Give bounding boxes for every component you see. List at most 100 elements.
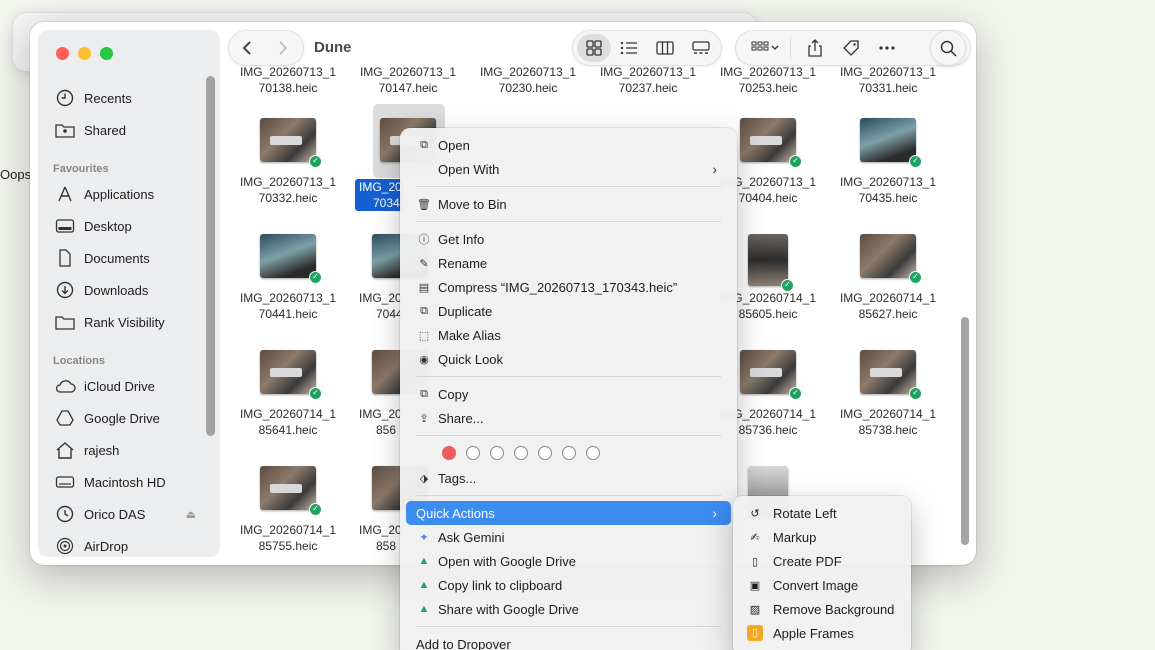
sidebar-item-google-drive[interactable]: Google Drive — [54, 405, 214, 431]
menu-item-open-with[interactable]: Open With › — [406, 157, 731, 181]
submenu-item-apple-frames[interactable]: ▯ Apple Frames — [739, 621, 905, 645]
content-scrollbar[interactable] — [961, 317, 969, 545]
menu-item-label: Remove Background — [773, 601, 895, 617]
gallery-view-button[interactable] — [683, 34, 719, 62]
sidebar-item-label: Documents — [84, 250, 150, 266]
menu-item-copy-link[interactable]: ▲ Copy link to clipboard — [406, 573, 731, 597]
applications-icon — [54, 183, 76, 205]
sidebar-item-macintosh-hd[interactable]: Macintosh HD — [54, 469, 214, 495]
sidebar-item-label: Macintosh HD — [84, 474, 166, 490]
eject-icon[interactable]: ⏏ — [186, 508, 196, 521]
file-name-line2: 70138.heic — [258, 81, 318, 95]
apple-frames-icon: ▯ — [747, 625, 763, 641]
menu-item-move-to-bin[interactable]: 🗑 Move to Bin — [406, 192, 731, 216]
sidebar-scrollbar[interactable] — [206, 76, 215, 436]
google-drive-icon: ▲ — [418, 555, 430, 567]
tag-color-option[interactable] — [562, 446, 576, 460]
file-item[interactable]: IMG_20260713_1 70147.heic — [352, 64, 464, 96]
cloud-icon — [54, 375, 76, 397]
submenu-item-convert-image[interactable]: ▣ Convert Image — [739, 573, 905, 597]
menu-item-quick-actions[interactable]: Quick Actions › — [406, 501, 731, 525]
search-button[interactable] — [930, 30, 966, 66]
menu-item-open-google-drive[interactable]: ▲ Open with Google Drive — [406, 549, 731, 573]
sidebar-item-label: Orico DAS — [84, 506, 146, 522]
tag-color-option[interactable] — [490, 446, 504, 460]
tag-color-option[interactable] — [466, 446, 480, 460]
sidebar-item-orico-das[interactable]: Orico DAS ⏏ — [54, 501, 214, 527]
tag-color-option[interactable] — [538, 446, 552, 460]
submenu-item-markup[interactable]: ✍ Markup — [739, 525, 905, 549]
home-icon — [54, 439, 76, 461]
synced-check-icon: ✓ — [789, 155, 802, 168]
file-item[interactable]: IMG_20260713_1 70230.heic — [472, 64, 584, 96]
menu-item-share[interactable]: ⇪ Share... — [406, 406, 731, 430]
menu-item-duplicate[interactable]: ⧉ Duplicate — [406, 299, 731, 323]
file-name-line1: IMG_20260713_1 — [599, 65, 697, 79]
menu-item-label: Quick Actions — [416, 505, 495, 521]
sidebar-item-desktop[interactable]: Desktop — [54, 213, 214, 239]
sidebar-item-rajesh[interactable]: rajesh — [54, 437, 214, 463]
minimize-window-button[interactable] — [78, 47, 91, 60]
file-thumbnail: ✓ — [260, 234, 322, 284]
menu-item-ask-gemini[interactable]: ✦ Ask Gemini — [406, 525, 731, 549]
menu-item-share-google-drive[interactable]: ▲ Share with Google Drive — [406, 597, 731, 621]
submenu-item-create-pdf[interactable]: ▯ Create PDF — [739, 549, 905, 573]
submenu-item-rotate-left[interactable]: ↺ Rotate Left — [739, 501, 905, 525]
file-item[interactable]: IMG_20260713_1 70331.heic — [832, 64, 944, 96]
list-view-button[interactable] — [611, 34, 647, 62]
menu-item-quick-look[interactable]: ◉ Quick Look — [406, 347, 731, 371]
menu-item-compress[interactable]: ▤ Compress “IMG_20260713_170343.heic” — [406, 275, 731, 299]
zoom-window-button[interactable] — [100, 47, 113, 60]
sidebar-item-airdrop[interactable]: AirDrop — [54, 533, 214, 559]
file-item[interactable]: ✓ IMG_20260714_1 85627.heic — [832, 234, 944, 322]
menu-item-tags[interactable]: ⬗ Tags... — [406, 466, 731, 490]
menu-item-label: Markup — [773, 529, 817, 545]
file-item[interactable]: ✓ IMG_20260713_1 70332.heic — [232, 118, 344, 206]
sidebar-item-rank-visibility[interactable]: Rank Visibility — [54, 309, 214, 335]
forward-button[interactable] — [265, 31, 301, 65]
file-name-line1: IMG_20260714_1 — [239, 407, 337, 421]
file-item[interactable]: ✓ IMG_20260714_1 85641.heic — [232, 350, 344, 438]
tag-color-option[interactable] — [586, 446, 600, 460]
menu-item-label: Convert Image — [773, 577, 859, 593]
group-button[interactable] — [740, 34, 790, 62]
tag-color-red[interactable] — [442, 446, 456, 460]
tag-button[interactable] — [833, 34, 869, 62]
selected-file-name[interactable]: IMG_20 7034 — [355, 179, 403, 211]
file-item[interactable]: ✓ IMG_20260713_1 70435.heic — [832, 118, 944, 206]
file-item[interactable]: ✓ IMG_20260714_1 85738.heic — [832, 350, 944, 438]
columns-icon — [656, 41, 674, 55]
back-button[interactable] — [229, 31, 265, 65]
column-view-button[interactable] — [647, 34, 683, 62]
sidebar-item-icloud-drive[interactable]: iCloud Drive — [54, 373, 214, 399]
file-item[interactable]: ✓ IMG_20260713_1 70441.heic — [232, 234, 344, 322]
file-name: IMG_20260714_1 85627.heic — [832, 290, 944, 322]
tag-color-option[interactable] — [514, 446, 528, 460]
menu-item-open[interactable]: ⧉ Open — [406, 133, 731, 157]
sidebar-item-applications[interactable]: Applications — [54, 181, 214, 207]
menu-item-add-to-dropover[interactable]: Add to Dropover — [406, 632, 731, 650]
menu-item-rename[interactable]: ✎ Rename — [406, 251, 731, 275]
sidebar-item-documents[interactable]: Documents — [54, 245, 214, 271]
file-item[interactable]: IMG_20260713_1 70253.heic — [712, 64, 824, 96]
convert-image-icon: ▣ — [749, 579, 761, 592]
submenu-item-remove-background[interactable]: ▨ Remove Background — [739, 597, 905, 621]
rotate-left-icon: ↺ — [750, 507, 760, 520]
file-name-line1: IMG_20260713_1 — [239, 65, 337, 79]
more-button[interactable] — [869, 34, 905, 62]
file-item[interactable]: IMG_20260713_1 70237.heic — [592, 64, 704, 96]
sidebar-item-shared[interactable]: Shared — [54, 117, 214, 143]
file-item[interactable]: IMG_20260713_1 70138.heic — [232, 64, 344, 96]
menu-item-copy[interactable]: ⧉ Copy — [406, 382, 731, 406]
file-name: IMG_20260713_1 70332.heic — [232, 174, 344, 206]
sidebar-item-downloads[interactable]: Downloads — [54, 277, 214, 303]
share-button[interactable] — [797, 34, 833, 62]
file-item[interactable]: ✓ IMG_20260714_1 85755.heic — [232, 466, 344, 554]
icon-view-button[interactable] — [577, 34, 611, 62]
quick-actions-submenu: ↺ Rotate Left ✍ Markup ▯ Create PDF ▣ Conver… — [733, 496, 911, 650]
menu-item-make-alias[interactable]: ⬚ Make Alias — [406, 323, 731, 347]
file-name-line2: 85605.heic — [738, 307, 798, 321]
sidebar-item-recents[interactable]: Recents — [54, 85, 214, 111]
menu-item-get-info[interactable]: ⓘ Get Info — [406, 227, 731, 251]
close-window-button[interactable] — [56, 47, 69, 60]
